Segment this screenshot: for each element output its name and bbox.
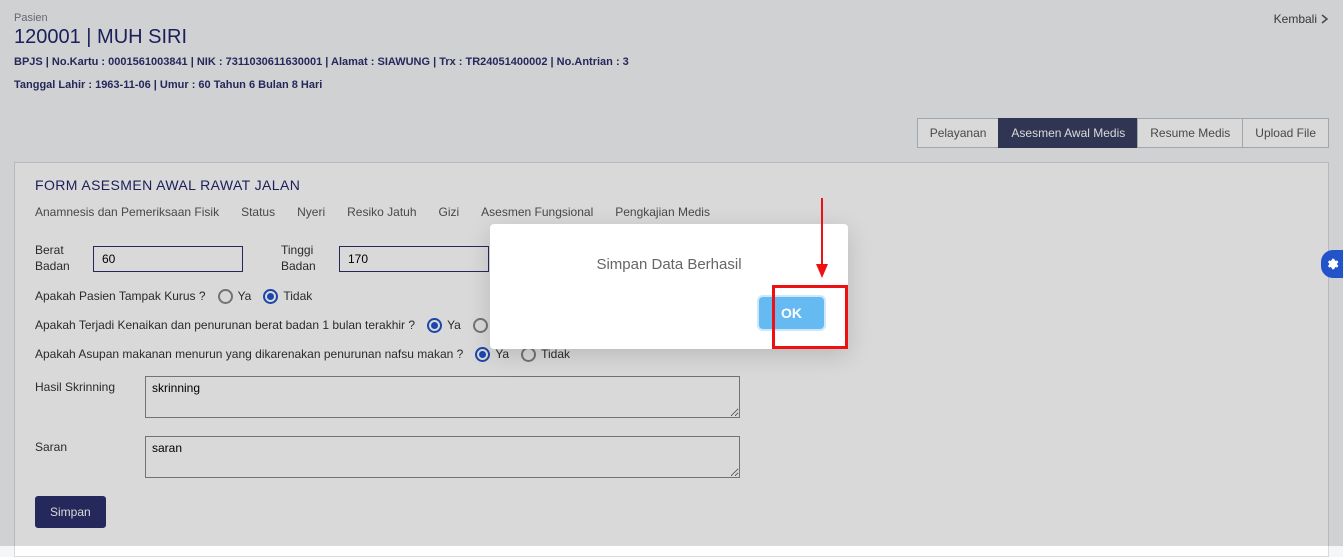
success-modal: Simpan Data Berhasil OK (490, 224, 848, 349)
modal-message: Simpan Data Berhasil (514, 256, 824, 273)
settings-badge[interactable] (1321, 250, 1343, 278)
gear-icon (1325, 257, 1339, 271)
modal-ok-button[interactable]: OK (759, 297, 824, 329)
